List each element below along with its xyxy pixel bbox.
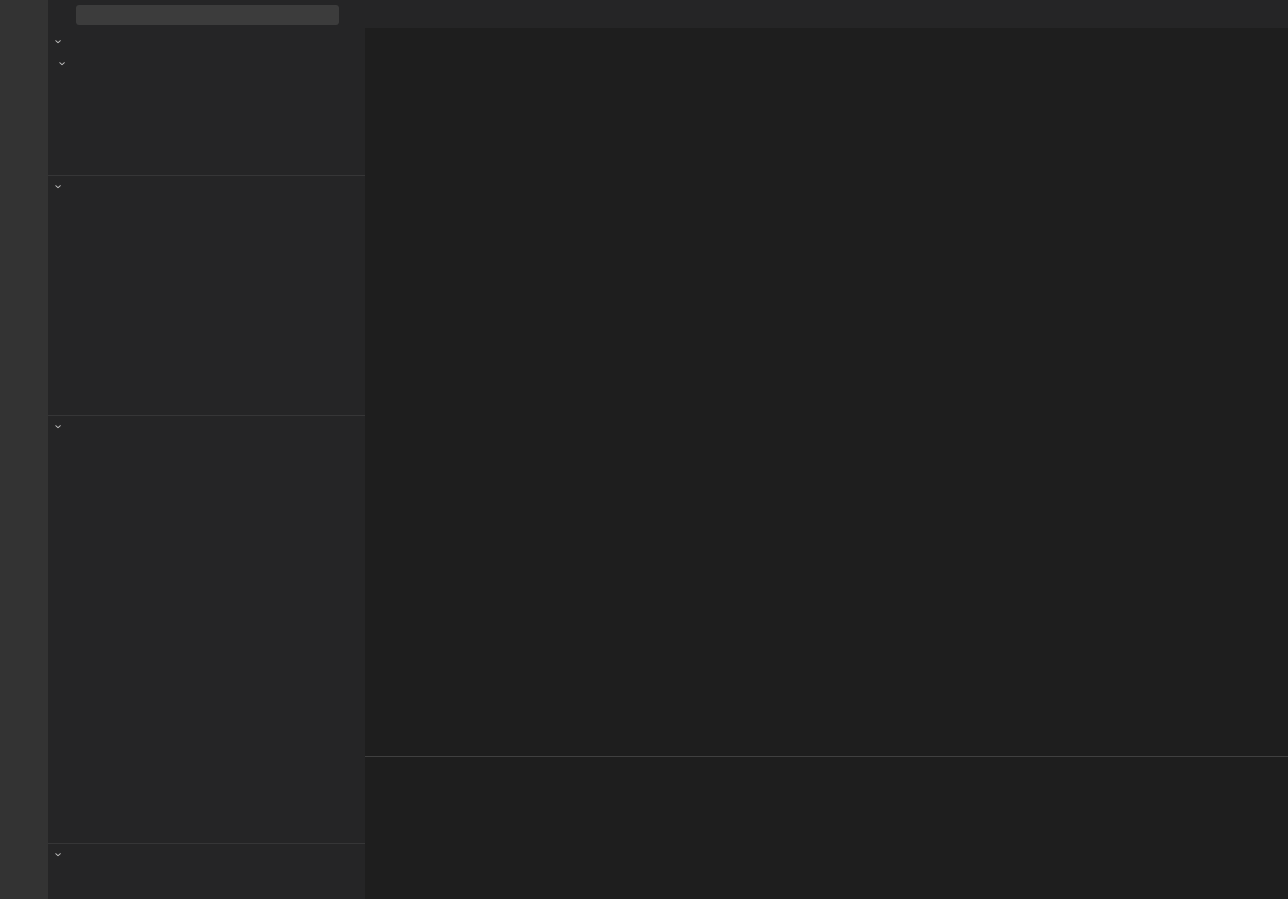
code-editor[interactable] <box>365 50 1288 756</box>
breakpoints-section-header[interactable]: › <box>48 843 365 865</box>
sidebar-run-and-debug: › › › › <box>48 0 365 899</box>
call-stack-section-header[interactable]: › <box>48 415 365 437</box>
call-stack-list <box>48 437 365 843</box>
sidebar-header <box>48 0 365 30</box>
chevron-expanded-icon: › <box>52 180 67 194</box>
editor-tab-bar <box>365 0 1288 28</box>
panel-tab-bar <box>365 757 1288 788</box>
debug-console-output[interactable] <box>365 788 1288 899</box>
chevron-expanded-icon: › <box>52 420 67 434</box>
watch-section: › <box>48 175 365 415</box>
debug-config-dropdown[interactable] <box>76 5 339 25</box>
variables-scope-row[interactable]: › <box>48 52 365 74</box>
editor-group <box>365 0 1288 899</box>
watch-list <box>48 197 365 415</box>
activity-bar <box>0 0 48 899</box>
chevron-expanded-icon: › <box>52 848 67 862</box>
chevron-expanded-icon: › <box>52 34 67 48</box>
breadcrumb <box>365 28 1288 50</box>
watch-section-header[interactable]: › <box>48 175 365 197</box>
breakpoints-section: › <box>48 843 365 899</box>
breakpoints-list <box>48 865 365 899</box>
variables-section-header[interactable]: › <box>48 30 365 52</box>
call-stack-section: › <box>48 415 365 843</box>
load-all-stack-frames-link[interactable] <box>48 437 365 459</box>
bottom-panel <box>365 756 1288 899</box>
variables-list: › <box>48 52 365 175</box>
chevron-expanded-icon: › <box>56 56 71 70</box>
vscode-workbench: › › › › <box>0 0 1288 899</box>
variables-section: › › <box>48 30 365 175</box>
debug-toolbar <box>1273 3 1282 25</box>
